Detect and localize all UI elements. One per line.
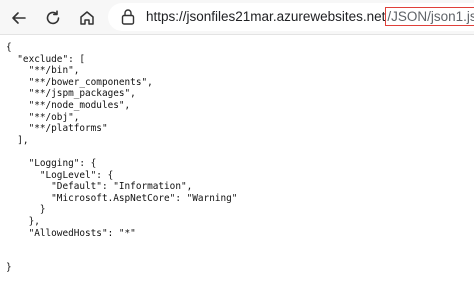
json-line: } (6, 262, 12, 274)
json-line: "exclude": [ (6, 53, 86, 65)
json-line: "Logging": { (6, 157, 97, 169)
json-line: "AllowedHosts": "*" (6, 227, 136, 239)
address-bar[interactable]: https://jsonfiles21mar.azurewebsites.net… (108, 3, 474, 31)
json-line: "**/obj", (6, 111, 80, 123)
json-line: "**/node_modules", (6, 99, 131, 111)
refresh-icon (46, 10, 60, 25)
json-line: "LogLevel": { (6, 169, 114, 181)
browser-toolbar: https://jsonfiles21mar.azurewebsites.net… (0, 0, 474, 35)
lock-icon (121, 9, 135, 25)
json-line: "**/platforms" (6, 123, 108, 135)
json-line: }, (6, 215, 40, 227)
url-text[interactable]: https://jsonfiles21mar.azurewebsites.net… (146, 7, 474, 26)
json-line: { (6, 42, 12, 53)
json-viewer: { "exclude": [ "**/bin", "**/bower_compo… (6, 42, 237, 274)
json-line: "Default": "Information", (6, 181, 193, 193)
url-path-highlight: /JSON/json1.json (385, 7, 474, 26)
json-line: } (6, 204, 46, 216)
json-line: ], (6, 134, 29, 146)
json-line: "**/bin", (6, 65, 80, 77)
url-host: https://jsonfiles21mar.azurewebsites.net (146, 9, 386, 24)
json-line: "Microsoft.AspNetCore": "Warning" (6, 192, 238, 204)
back-arrow-icon (12, 12, 26, 24)
json-line: "**/jspm_packages", (6, 88, 136, 100)
json-line: "**/bower_components", (6, 76, 153, 88)
back-button[interactable] (6, 5, 32, 31)
home-button[interactable] (74, 5, 100, 31)
home-icon (80, 11, 94, 25)
refresh-button[interactable] (40, 5, 66, 31)
